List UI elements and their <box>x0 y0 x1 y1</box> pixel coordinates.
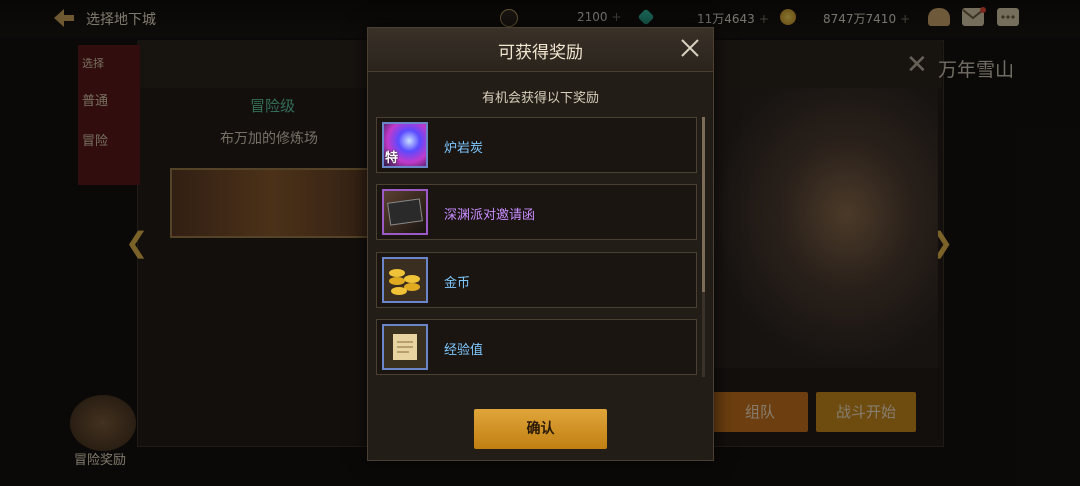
lava-stone-icon: 特 <box>382 122 428 168</box>
reward-item[interactable]: 金币 <box>376 252 697 308</box>
confirm-button[interactable]: 确认 <box>474 409 607 449</box>
invitation-card-icon <box>382 189 428 235</box>
reward-item-label: 炉岩炭 <box>444 141 484 156</box>
reward-list: 特 炉岩炭 深渊派对邀请函 金币 经验值 <box>376 117 698 377</box>
reward-item-label: 深渊派对邀请函 <box>444 208 536 223</box>
close-icon[interactable] <box>678 36 702 60</box>
rewards-modal: 可获得奖励 有机会获得以下奖励 特 炉岩炭 深渊派对邀请函 金币 经验值 确认 <box>367 27 714 461</box>
reward-item[interactable]: 经验值 <box>376 319 697 375</box>
gold-coins-icon <box>382 257 428 303</box>
modal-header: 可获得奖励 <box>368 28 713 72</box>
reward-item-label: 经验值 <box>444 343 484 358</box>
reward-item[interactable]: 特 炉岩炭 <box>376 117 697 173</box>
modal-title: 可获得奖励 <box>498 43 583 63</box>
special-badge: 特 <box>385 151 399 166</box>
modal-subtitle: 有机会获得以下奖励 <box>481 91 599 106</box>
reward-list-scroll-thumb[interactable] <box>702 117 705 292</box>
reward-item[interactable]: 深渊派对邀请函 <box>376 184 697 240</box>
reward-item-label: 金币 <box>444 276 471 291</box>
scroll-icon <box>382 324 428 370</box>
